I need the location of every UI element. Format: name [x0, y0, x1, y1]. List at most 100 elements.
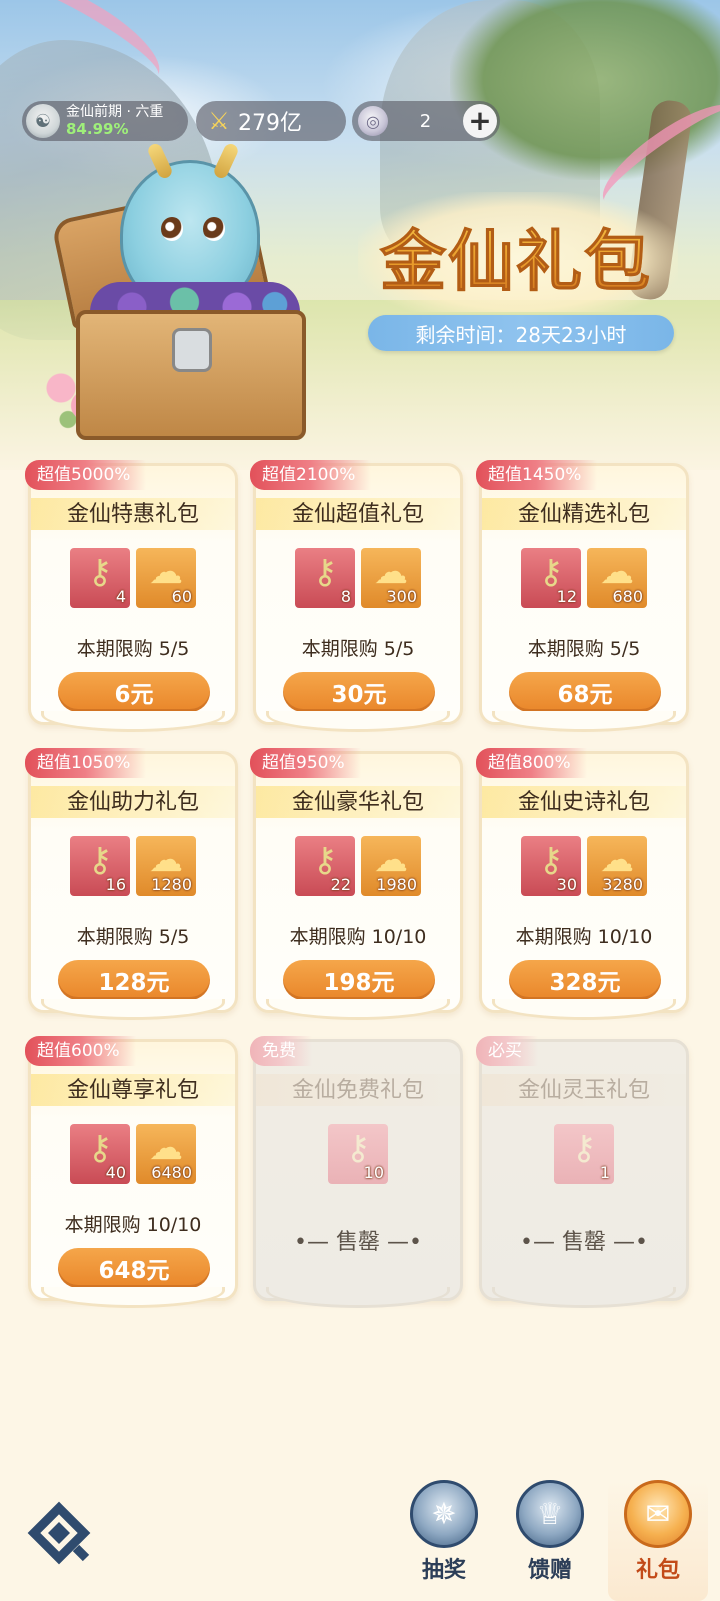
jade-item[interactable]: ☁ 300: [361, 548, 421, 608]
value-badge: 超值800%: [476, 748, 587, 778]
jade-item[interactable]: ☁ 3280: [587, 836, 647, 896]
free-badge: 免费: [250, 1036, 312, 1066]
jade-item[interactable]: ☁ 6480: [136, 1124, 196, 1184]
jade-icon: ☁: [149, 552, 183, 592]
jade-icon: ☁: [600, 552, 634, 592]
value-badge: 超值1050%: [25, 748, 147, 778]
jade-icon: ☁: [149, 840, 183, 880]
purchase-limit: 本期限购 5/5: [301, 638, 415, 660]
purchase-limit: 本期限购 5/5: [76, 638, 190, 660]
value-badge: 超值1450%: [476, 460, 598, 490]
pack-name: 金仙豪华礼包: [291, 790, 424, 815]
jade-item[interactable]: ☁ 1980: [361, 836, 421, 896]
purchase-limit: 本期限购 5/5: [76, 926, 190, 948]
key-icon: ⚷: [345, 1128, 371, 1168]
gift-bowl-icon: ♕: [516, 1480, 584, 1548]
tab-lottery[interactable]: ✵ 抽奖: [394, 1480, 494, 1590]
pack-name: 金仙免费礼包: [291, 1078, 424, 1103]
jade-item[interactable]: ☁ 1280: [136, 836, 196, 896]
key-item[interactable]: ⚷ 8: [295, 548, 355, 608]
chest-lock: [172, 328, 212, 372]
gift-pack-icon: ✉: [624, 1480, 692, 1548]
jade-item[interactable]: ☁ 680: [587, 548, 647, 608]
currency-status: ◎ 2 +: [352, 101, 500, 141]
pack-name: 金仙尊享礼包: [66, 1078, 199, 1103]
divider-ornament: —•: [606, 1230, 648, 1255]
jade-item[interactable]: ☁ 60: [136, 548, 196, 608]
pack-card: 超值600% 金仙尊享礼包 ⚷ 40 ☁ 6480 本期限购 10/10 648元: [25, 1036, 238, 1308]
bottom-nav: ✵ 抽奖 ♕ 馈赠 ✉ 礼包: [0, 1470, 720, 1601]
buy-button[interactable]: 328元: [509, 960, 661, 1000]
buy-button[interactable]: 128元: [58, 960, 210, 1000]
key-icon: ⚷: [87, 1128, 113, 1168]
key-icon: ⚷: [87, 840, 113, 880]
rank-progress: 84.99%: [66, 120, 129, 138]
buy-button[interactable]: 30元: [283, 672, 435, 712]
key-item[interactable]: ⚷ 30: [521, 836, 581, 896]
key-icon: ⚷: [87, 552, 113, 592]
divider-ornament: •—: [294, 1230, 336, 1255]
key-icon: ⚷: [538, 552, 564, 592]
divider-ornament: —•: [380, 1230, 422, 1255]
value-badge: 超值2100%: [250, 460, 372, 490]
key-icon: ⚷: [538, 840, 564, 880]
sold-out-label: •— 售罄 —•: [294, 1230, 422, 1255]
key-item[interactable]: ⚷ 10: [328, 1124, 388, 1184]
dragon-eye: [203, 217, 225, 241]
power-value: 279亿: [238, 111, 302, 136]
pack-card: 超值800% 金仙史诗礼包 ⚷ 30 ☁ 3280 本期限购 10/10 328元: [476, 748, 689, 1020]
sold-out-label: •— 售罄 —•: [520, 1230, 648, 1255]
tab-gifts[interactable]: ♕ 馈赠: [500, 1480, 600, 1590]
value-badge: 超值600%: [25, 1036, 136, 1066]
buy-button[interactable]: 198元: [283, 960, 435, 1000]
dragon-eye: [161, 217, 183, 241]
pack-name: 金仙超值礼包: [291, 502, 424, 527]
pack-card-sold-out: 免费 金仙免费礼包 ⚷ 10 •— 售罄 —•: [250, 1036, 463, 1308]
key-item[interactable]: ⚷ 12: [521, 548, 581, 608]
key-item[interactable]: ⚷ 22: [295, 836, 355, 896]
buy-button[interactable]: 68元: [509, 672, 661, 712]
jade-icon: ☁: [149, 1128, 183, 1168]
value-badge: 超值950%: [250, 748, 361, 778]
pack-card-sold-out: 必买 金仙灵玉礼包 ⚷ 1 •— 售罄 —•: [476, 1036, 689, 1308]
must-buy-badge: 必买: [476, 1036, 538, 1066]
wheel-icon: ✵: [410, 1480, 478, 1548]
power-status[interactable]: ⚔ 279亿: [196, 101, 346, 141]
pack-card: 超值1050% 金仙助力礼包 ⚷ 16 ☁ 1280 本期限购 5/5 128元: [25, 748, 238, 1020]
pack-name: 金仙助力礼包: [66, 790, 199, 815]
pack-name: 金仙精选礼包: [517, 502, 650, 527]
key-item[interactable]: ⚷ 16: [70, 836, 130, 896]
spirit-coin-icon: ◎: [358, 106, 388, 136]
remaining-time: 剩余时间：28天23小时: [368, 315, 674, 351]
jade-icon: ☁: [600, 840, 634, 880]
key-item[interactable]: ⚷ 40: [70, 1124, 130, 1184]
buy-button[interactable]: 648元: [58, 1248, 210, 1288]
tab-packs[interactable]: ✉ 礼包: [608, 1480, 708, 1601]
rank-name: 金仙前期 · 六重: [66, 104, 164, 120]
key-item[interactable]: ⚷ 1: [554, 1124, 614, 1184]
purchase-limit: 本期限购 10/10: [64, 1214, 202, 1236]
divider-ornament: •—: [520, 1230, 562, 1255]
key-item[interactable]: ⚷ 4: [70, 548, 130, 608]
tab-label: 礼包: [635, 1558, 680, 1583]
pack-card: 超值5000% 金仙特惠礼包 ⚷ 4 ☁ 60 本期限购 5/5 6元: [25, 460, 238, 732]
purchase-limit: 本期限购 10/10: [515, 926, 653, 948]
key-icon: ⚷: [571, 1128, 597, 1168]
value-badge: 超值5000%: [25, 460, 147, 490]
key-icon: ⚷: [312, 840, 338, 880]
event-title: 金仙礼包: [366, 208, 666, 304]
rank-status[interactable]: ☯ 金仙前期 · 六重 84.99%: [22, 101, 188, 141]
pack-name: 金仙特惠礼包: [66, 502, 199, 527]
jade-icon: ☁: [374, 552, 408, 592]
pack-name: 金仙史诗礼包: [517, 790, 650, 815]
purchase-limit: 本期限购 5/5: [527, 638, 641, 660]
purchase-limit: 本期限购 10/10: [289, 926, 427, 948]
pack-card: 超值2100% 金仙超值礼包 ⚷ 8 ☁ 300 本期限购 5/5 30元: [250, 460, 463, 732]
currency-amount: 2: [419, 110, 432, 132]
menu-logo-icon[interactable]: [24, 1500, 94, 1570]
buy-button[interactable]: 6元: [58, 672, 210, 712]
add-currency-button[interactable]: +: [463, 104, 497, 138]
key-icon: ⚷: [312, 552, 338, 592]
pack-card: 超值950% 金仙豪华礼包 ⚷ 22 ☁ 1980 本期限购 10/10 198元: [250, 748, 463, 1020]
pack-card: 超值1450% 金仙精选礼包 ⚷ 12 ☁ 680 本期限购 5/5 68元: [476, 460, 689, 732]
